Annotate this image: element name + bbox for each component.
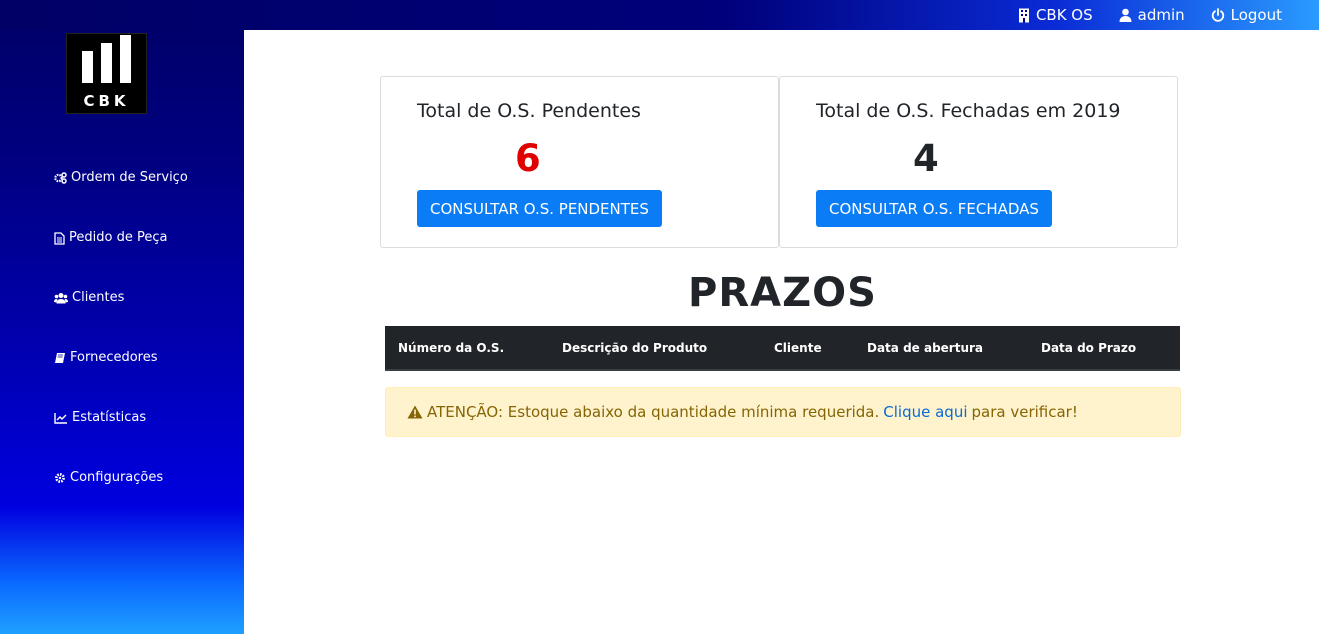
power-icon [1211,8,1224,22]
pending-os-count: 6 [515,137,541,180]
alert-message: ATENÇÃO: Estoque abaixo da quantidade mí… [427,403,880,421]
logo-text: CBK [83,92,130,110]
closed-os-count: 4 [913,137,939,180]
column-header-data-abertura[interactable]: Data de abertura [867,341,983,355]
top-nav-links: CBK OS admin Logout [1018,0,1282,30]
logout-link[interactable]: Logout [1211,6,1282,24]
sidebar: CBK Ordem de Serviço Pedido de Peça Clie… [0,0,244,634]
logo[interactable]: CBK [66,33,147,114]
warning-icon [407,405,423,419]
column-header-cliente[interactable]: Cliente [774,341,822,355]
sidebar-item-label: Pedido de Peça [69,230,168,245]
document-icon [54,232,65,245]
alert-check-link[interactable]: Clique aqui [883,403,967,421]
sidebar-item-estatisticas[interactable]: Estatísticas [54,408,188,468]
sidebar-item-label: Ordem de Serviço [71,170,188,185]
sidebar-item-fornecedores[interactable]: Fornecedores [54,348,188,408]
sidebar-item-label: Configurações [70,470,164,485]
column-header-descricao-produto[interactable]: Descrição do Produto [562,341,707,355]
column-header-data-prazo[interactable]: Data do Prazo [1041,341,1136,355]
line-chart-icon [54,413,67,424]
pending-os-card: Total de O.S. Pendentes 6 CONSULTAR O.S.… [380,76,779,248]
logo-bar [82,51,93,83]
users-icon [54,293,68,304]
closed-os-title: Total de O.S. Fechadas em 2019 [816,100,1121,122]
sidebar-item-pedido-de-peca[interactable]: Pedido de Peça [54,228,188,288]
view-closed-os-button[interactable]: CONSULTAR O.S. FECHADAS [816,190,1052,227]
sidebar-item-label: Fornecedores [70,350,158,365]
sidebar-item-ordem-de-servico[interactable]: Ordem de Serviço [54,168,188,228]
book-icon [55,353,65,363]
user-label: admin [1137,6,1185,24]
logo-bar [120,35,131,83]
sidebar-item-label: Estatísticas [72,410,147,425]
view-pending-os-button[interactable]: CONSULTAR O.S. PENDENTES [417,190,662,227]
closed-os-card: Total de O.S. Fechadas em 2019 4 CONSULT… [779,76,1178,248]
prazos-heading: PRAZOS [688,270,877,316]
user-link[interactable]: admin [1119,6,1185,24]
building-icon [1018,8,1029,22]
sidebar-menu: Ordem de Serviço Pedido de Peça Clientes… [54,168,188,528]
prazos-table-header: Número da O.S. Descrição do Produto Clie… [385,326,1180,371]
alert-suffix: para verificar! [971,403,1078,421]
low-stock-alert: ATENÇÃO: Estoque abaixo da quantidade mí… [385,387,1181,437]
sidebar-item-label: Clientes [72,290,125,305]
sidebar-item-clientes[interactable]: Clientes [54,288,188,348]
top-navbar: CBK OS admin Logout [0,0,1319,30]
brand-label: CBK OS [1035,6,1093,24]
pending-os-title: Total de O.S. Pendentes [417,100,641,122]
sidebar-item-configuracoes[interactable]: Configurações [54,468,188,528]
gears-icon [54,172,67,184]
brand-link[interactable]: CBK OS [1018,6,1093,24]
user-icon [1119,8,1132,22]
logout-label: Logout [1230,6,1282,24]
column-header-numero-os[interactable]: Número da O.S. [398,341,504,355]
prazos-section: PRAZOS [385,270,1180,316]
gear-icon [55,473,65,483]
logo-bar [101,43,112,83]
